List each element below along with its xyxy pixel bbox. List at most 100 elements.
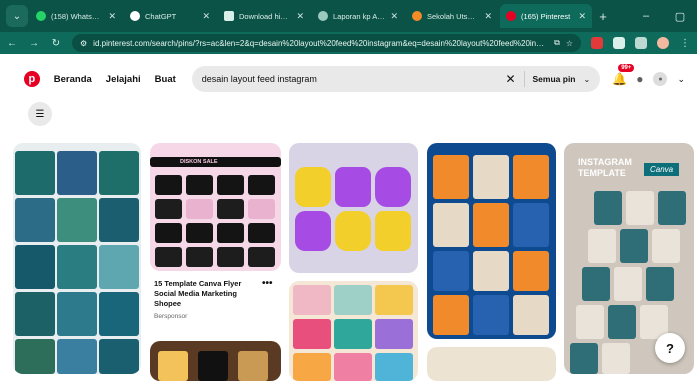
close-icon[interactable]: ✕ xyxy=(296,11,304,22)
help-button[interactable]: ? xyxy=(655,333,685,363)
pinterest-icon xyxy=(506,11,516,21)
close-icon[interactable]: ✕ xyxy=(484,11,492,22)
pin-image-cell xyxy=(57,198,97,242)
back-icon[interactable]: ← xyxy=(6,38,18,49)
pin-image-cell xyxy=(614,267,642,301)
tab-search-icon[interactable]: ⌄ xyxy=(6,5,28,27)
pin-image-cell xyxy=(335,167,371,207)
pin-image-cell xyxy=(375,211,411,251)
avatar[interactable]: ● xyxy=(653,72,668,86)
more-options-icon[interactable]: ••• xyxy=(262,278,273,289)
pin-image-cell xyxy=(155,223,182,243)
new-tab-icon[interactable]: + xyxy=(594,9,612,24)
pin-2-caption[interactable]: 15 Template Canva Flyer Social Media Mar… xyxy=(154,279,254,309)
pin-image-cell xyxy=(375,319,413,349)
close-icon[interactable]: ✕ xyxy=(578,11,586,22)
tab-laporan[interactable]: Laporan kp Archi ✕ xyxy=(312,4,404,28)
maximize-icon[interactable]: ▢ xyxy=(663,10,697,23)
close-icon[interactable]: ✕ xyxy=(202,11,210,22)
pin-header-text: DISKON SALE xyxy=(180,159,218,165)
pin-image-cell xyxy=(155,175,182,195)
pin-card-8[interactable] xyxy=(427,347,556,381)
pin-image-cell xyxy=(186,199,213,219)
pin-card-1[interactable] xyxy=(13,143,141,374)
pin-image-cell xyxy=(513,295,549,335)
pinterest-logo-icon[interactable]: p xyxy=(24,71,40,87)
tab-sekolah[interactable]: Sekolah Utsman - ✕ xyxy=(406,4,498,28)
pin-image-cell xyxy=(375,167,411,207)
tab-pinterest[interactable]: (165) Pinterest ✕ xyxy=(500,4,592,28)
pin-image-cell xyxy=(15,151,55,195)
notifications-bell-icon[interactable]: 🔔 99+ xyxy=(612,64,635,86)
tab-download-history[interactable]: Download history ✕ xyxy=(218,4,310,28)
pin-image-cell xyxy=(99,245,139,289)
pin-image-cell xyxy=(620,229,648,263)
messages-icon[interactable]: ● xyxy=(636,72,643,86)
pin-image-cell xyxy=(295,211,331,251)
download-icon xyxy=(224,11,234,21)
pin-image-cell xyxy=(238,351,268,381)
reload-icon[interactable]: ↻ xyxy=(50,38,62,49)
close-icon[interactable]: ✕ xyxy=(390,11,398,22)
pin-image-cell xyxy=(295,167,331,207)
pin-image-cell xyxy=(99,198,139,242)
pin-card-2[interactable]: DISKON SALE xyxy=(150,143,281,271)
pin-image-cell xyxy=(57,245,97,289)
pin-image-cell xyxy=(248,175,275,195)
pin-image-cell xyxy=(293,319,331,349)
close-icon[interactable]: ✕ xyxy=(108,11,116,22)
notification-badge: 99+ xyxy=(618,64,635,72)
pin-image-cell xyxy=(433,203,469,247)
sponsored-label: Bersponsor xyxy=(154,313,188,320)
site-icon xyxy=(412,11,422,21)
pin-image-cell xyxy=(473,251,509,291)
filter-sliders-icon: ☰ xyxy=(35,108,45,120)
pin-image-cell xyxy=(375,353,413,381)
pin-image-cell xyxy=(15,292,55,336)
pin-card-3[interactable] xyxy=(289,143,418,273)
nav-create[interactable]: Buat xyxy=(155,74,176,85)
filter-button[interactable]: ☰ xyxy=(28,102,52,126)
sidebar-icon[interactable] xyxy=(635,37,647,49)
pin-image-cell xyxy=(513,155,549,199)
pin-image-cell xyxy=(582,267,610,301)
pin-card-4[interactable] xyxy=(427,143,556,339)
pin-image-cell xyxy=(15,339,55,374)
search-input[interactable]: desain layout feed instagram xyxy=(202,74,498,84)
pin-image-cell xyxy=(334,285,372,315)
pin-image-cell xyxy=(570,343,598,374)
canva-tag: Canva xyxy=(644,163,680,176)
bookmark-star-icon[interactable]: ☆ xyxy=(566,39,573,48)
pin-image-cell xyxy=(57,339,97,374)
extensions-puzzle-icon[interactable] xyxy=(613,37,625,49)
nav-home[interactable]: Beranda xyxy=(54,74,92,85)
extension-icon[interactable] xyxy=(591,37,603,49)
scope-dropdown[interactable]: Semua pin xyxy=(533,74,576,84)
pin-image-cell xyxy=(334,319,372,349)
pin-image-cell xyxy=(217,175,244,195)
pin-image-cell xyxy=(217,247,244,267)
profile-icon[interactable] xyxy=(657,37,669,49)
nav-explore[interactable]: Jelajahi xyxy=(106,74,141,85)
tab-chatgpt[interactable]: ChatGPT ✕ xyxy=(124,4,216,28)
pin-image-cell xyxy=(375,285,413,315)
pin-image-cell xyxy=(217,223,244,243)
menu-dots-icon[interactable]: ⋮ xyxy=(679,38,691,49)
site-info-icon[interactable]: ⚙ xyxy=(80,39,87,48)
pin-image-cell xyxy=(473,203,509,247)
window-controls: – ▢ xyxy=(629,0,697,32)
tab-whatsapp[interactable]: (158) WhatsApp ✕ xyxy=(30,4,122,28)
pin-image-cell xyxy=(293,353,331,381)
address-bar[interactable]: ⚙ id.pinterest.com/search/pins/?rs=ac&le… xyxy=(72,34,581,52)
forward-icon[interactable]: → xyxy=(28,38,40,49)
clear-icon[interactable]: ✕ xyxy=(505,72,515,86)
chevron-down-icon[interactable]: ⌄ xyxy=(584,75,591,84)
pin-card-6[interactable] xyxy=(150,341,281,381)
pin-card-7[interactable] xyxy=(289,281,418,381)
account-chevron-icon[interactable]: ⌄ xyxy=(677,74,685,85)
install-icon[interactable]: ⧉ xyxy=(554,38,560,48)
pin-image-cell xyxy=(217,199,244,219)
search-bar[interactable]: desain layout feed instagram ✕ Semua pin… xyxy=(191,66,601,92)
pin-image-cell xyxy=(186,175,213,195)
minimize-icon[interactable]: – xyxy=(629,10,663,22)
